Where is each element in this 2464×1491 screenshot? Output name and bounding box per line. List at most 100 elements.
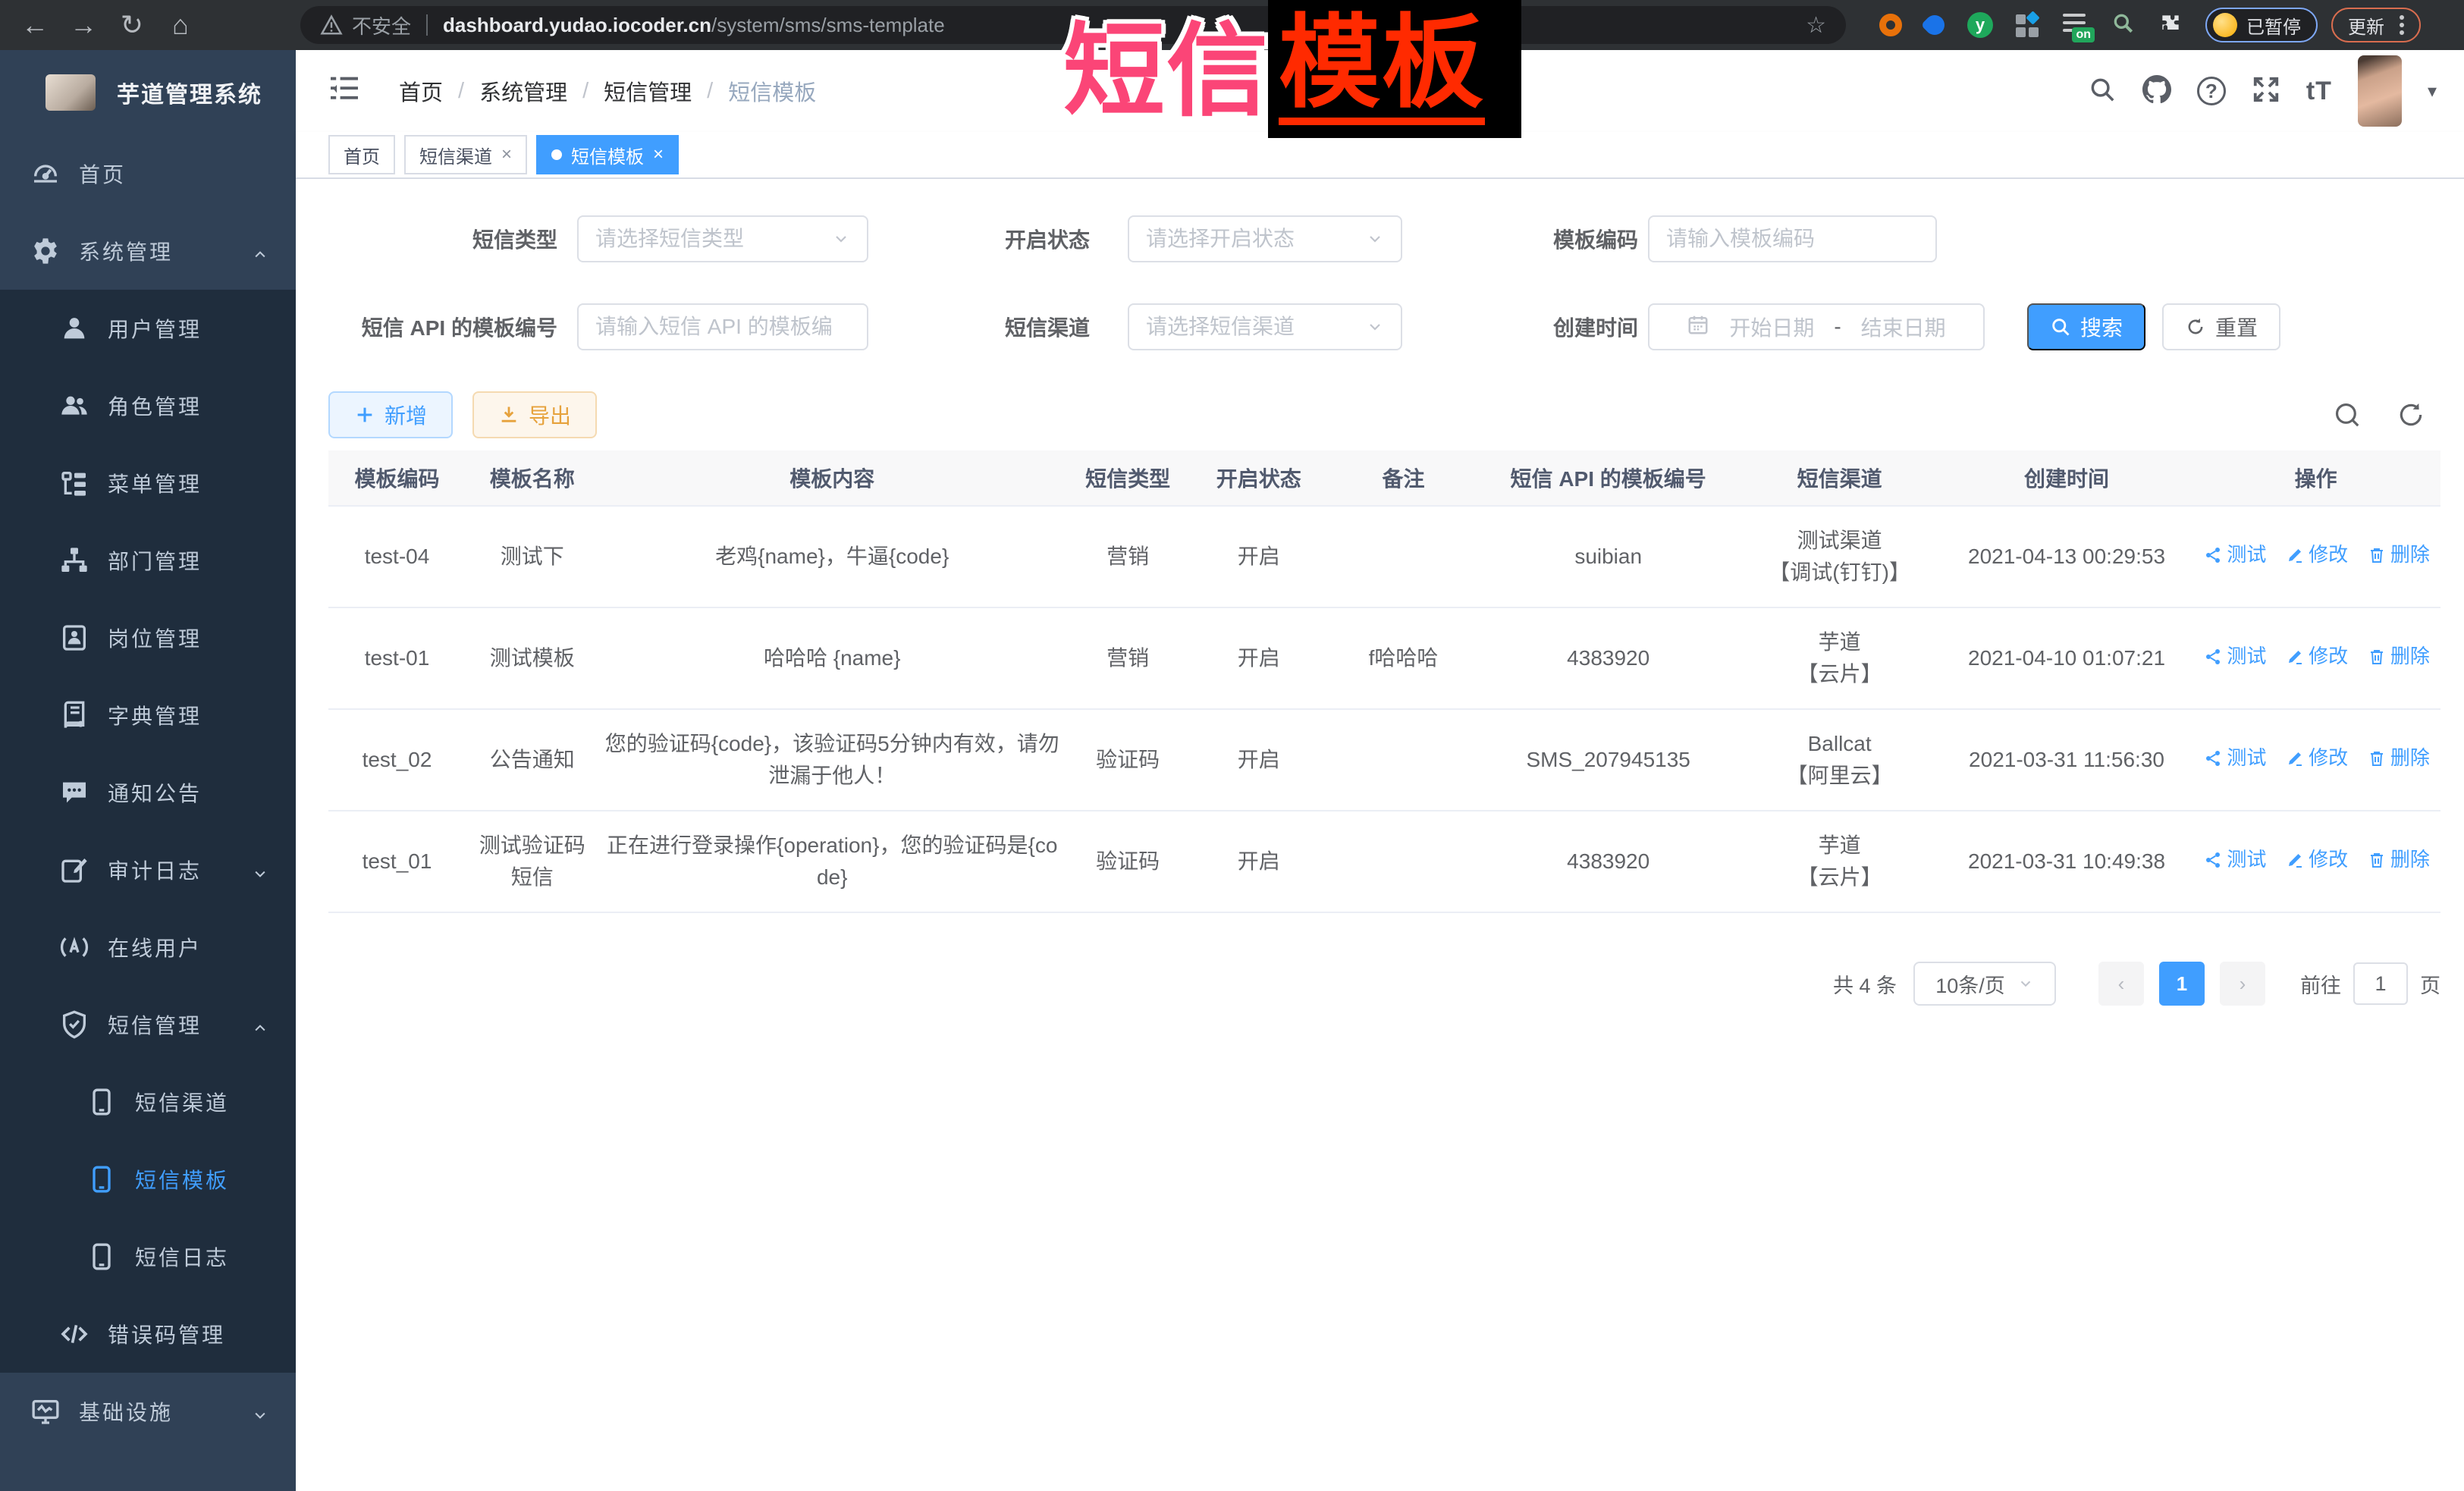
- test-link[interactable]: 测试: [2204, 540, 2266, 570]
- extensions-puzzle-icon[interactable]: [2158, 11, 2183, 39]
- sidebar-item-sms-log[interactable]: 短信日志: [0, 1218, 296, 1295]
- date-range-picker[interactable]: 开始日期 - 结束日期: [1648, 303, 1985, 350]
- sidebar-item-home[interactable]: 首页: [0, 135, 296, 212]
- online-users-icon: [58, 932, 91, 962]
- test-link[interactable]: 测试: [2204, 845, 2266, 874]
- close-icon[interactable]: ×: [653, 144, 664, 165]
- delete-link[interactable]: 删除: [2368, 642, 2430, 671]
- github-icon[interactable]: [2142, 75, 2171, 108]
- profile-paused-pill[interactable]: 已暂停: [2205, 8, 2318, 42]
- breadcrumb-system[interactable]: 系统管理: [479, 75, 567, 107]
- sms-template-table: 模板编码 模板名称 模板内容 短信类型 开启状态 备注 短信 API 的模板编号…: [328, 450, 2440, 913]
- search-toggle-icon[interactable]: [2333, 400, 2362, 429]
- sidebar-item-audit-log[interactable]: 审计日志: [0, 831, 296, 909]
- sidebar-item-online-users[interactable]: 在线用户: [0, 909, 296, 986]
- sms-type-select[interactable]: [577, 215, 868, 262]
- browser-menu-icon[interactable]: [2400, 23, 2404, 27]
- sidebar-item-users[interactable]: 用户管理: [0, 290, 296, 367]
- sidebar-item-departments[interactable]: 部门管理: [0, 522, 296, 599]
- tag-sms-template[interactable]: 短信模板 ×: [536, 135, 679, 174]
- browser-update-button[interactable]: 更新: [2331, 8, 2421, 42]
- edit-link[interactable]: 修改: [2286, 845, 2348, 874]
- forward-icon[interactable]: →: [59, 9, 108, 41]
- sidebar-item-sms-channel[interactable]: 短信渠道: [0, 1063, 296, 1141]
- reset-button[interactable]: 重置: [2162, 303, 2280, 350]
- delete-link[interactable]: 删除: [2368, 743, 2430, 773]
- next-page-button[interactable]: ›: [2220, 962, 2265, 1006]
- phone-icon: [85, 1087, 118, 1117]
- download-icon: [498, 404, 519, 425]
- sidebar-item-posts[interactable]: 岗位管理: [0, 599, 296, 676]
- share-icon: [2204, 749, 2222, 767]
- prev-page-button[interactable]: ‹: [2098, 962, 2144, 1006]
- home-icon[interactable]: ⌂: [156, 9, 205, 41]
- back-icon[interactable]: ←: [11, 9, 59, 41]
- sidebar-item-dicts[interactable]: 字典管理: [0, 676, 296, 754]
- app-title: 芋道管理系统: [117, 76, 262, 109]
- edit-link[interactable]: 修改: [2286, 743, 2348, 773]
- page-size-select[interactable]: 10条/页: [1913, 962, 2056, 1006]
- chevron-down-icon: [2017, 975, 2034, 992]
- sidebar-item-notices[interactable]: 通知公告: [0, 754, 296, 831]
- edit-icon: [2286, 648, 2304, 666]
- edit-link[interactable]: 修改: [2286, 540, 2348, 570]
- refresh-icon[interactable]: [2397, 400, 2425, 429]
- extension-ring-icon[interactable]: [1879, 14, 1902, 36]
- tag-home[interactable]: 首页: [328, 135, 395, 174]
- shield-icon: [58, 1009, 91, 1040]
- status-select[interactable]: [1128, 215, 1402, 262]
- help-icon[interactable]: ?: [2197, 77, 2226, 105]
- collapse-sidebar-icon[interactable]: [328, 76, 361, 107]
- sidebar-item-sms[interactable]: 短信管理: [0, 986, 296, 1063]
- api-template-input[interactable]: [577, 303, 868, 350]
- phone-icon: [85, 1241, 118, 1272]
- api-template-label: 短信 API 的模板编号: [328, 312, 577, 342]
- sidebar-item-sms-template[interactable]: 短信模板: [0, 1141, 296, 1218]
- export-button[interactable]: 导出: [472, 391, 597, 438]
- user-icon: [58, 313, 91, 344]
- breadcrumb-home[interactable]: 首页: [399, 75, 443, 107]
- chevron-down-icon: [832, 230, 850, 248]
- avatar[interactable]: [2358, 55, 2402, 127]
- extension-grid-icon[interactable]: [2016, 13, 2040, 37]
- app-logo: 芋道管理系统: [0, 50, 296, 135]
- goto-page-input[interactable]: [2353, 962, 2408, 1005]
- test-link[interactable]: 测试: [2204, 642, 2266, 671]
- breadcrumb-sms[interactable]: 短信管理: [604, 75, 692, 107]
- delete-link[interactable]: 删除: [2368, 845, 2430, 874]
- add-button[interactable]: 新增: [328, 391, 453, 438]
- trash-icon: [2368, 749, 2386, 767]
- edit-link[interactable]: 修改: [2286, 642, 2348, 671]
- avatar-caret-icon[interactable]: ▾: [2428, 80, 2437, 102]
- page-suffix-label: 页: [2420, 969, 2440, 999]
- menu-tree-icon: [58, 468, 91, 498]
- sidebar-item-infrastructure[interactable]: 基础设施: [0, 1373, 296, 1450]
- sidebar-item-roles[interactable]: 角色管理: [0, 367, 296, 444]
- badge-icon: [58, 623, 91, 653]
- notice-icon: [58, 777, 91, 808]
- test-link[interactable]: 测试: [2204, 743, 2266, 773]
- tag-sms-channel[interactable]: 短信渠道 ×: [404, 135, 527, 174]
- extension-drop-icon[interactable]: [1921, 11, 1949, 39]
- fullscreen-icon[interactable]: [2252, 75, 2280, 108]
- extension-y-icon[interactable]: y: [1967, 12, 1993, 38]
- sidebar-item-error-codes[interactable]: 错误码管理: [0, 1295, 296, 1373]
- extension-magnifier-icon[interactable]: [2111, 11, 2136, 39]
- current-page-button[interactable]: 1: [2159, 962, 2205, 1006]
- extension-list-icon[interactable]: on: [2063, 12, 2089, 38]
- bookmark-star-icon[interactable]: ☆: [1806, 12, 1826, 39]
- delete-link[interactable]: 删除: [2368, 540, 2430, 570]
- sidebar-item-menus[interactable]: 菜单管理: [0, 444, 296, 522]
- template-code-input[interactable]: [1648, 215, 1937, 262]
- search-button[interactable]: 搜索: [2027, 303, 2145, 350]
- refresh-icon: [2185, 316, 2206, 337]
- search-icon[interactable]: [2088, 75, 2117, 108]
- font-size-icon[interactable]: tT: [2306, 77, 2332, 106]
- reload-icon[interactable]: ↻: [108, 9, 156, 41]
- create-time-label: 创建时间: [1402, 312, 1648, 342]
- sidebar-item-system[interactable]: 系统管理: [0, 212, 296, 290]
- chevron-up-icon: [250, 243, 270, 268]
- users-icon: [58, 391, 91, 421]
- sms-channel-select[interactable]: [1128, 303, 1402, 350]
- close-icon[interactable]: ×: [501, 144, 512, 165]
